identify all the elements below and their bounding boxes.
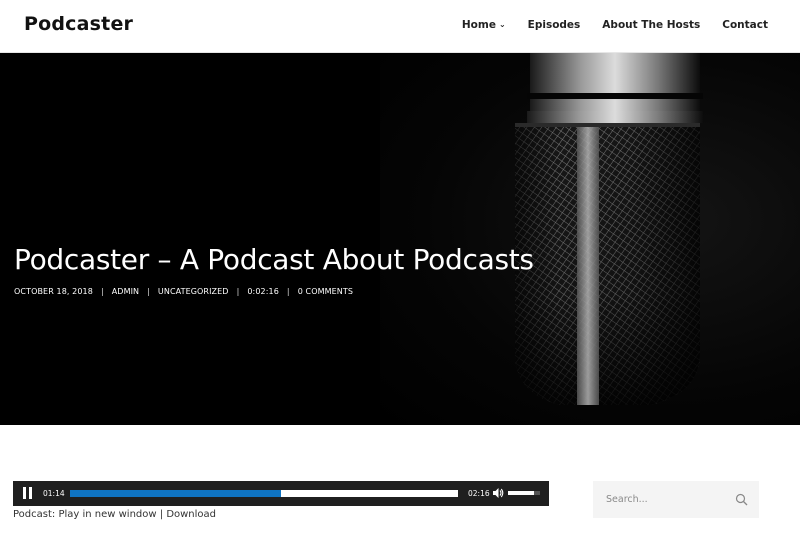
total-time: 02:16 xyxy=(468,489,490,498)
post-title: Podcaster – A Podcast About Podcasts xyxy=(14,243,534,276)
post-meta: OCTOBER 18, 2018 | ADMIN | UNCATEGORIZED… xyxy=(14,287,353,296)
site-logo[interactable]: Podcaster xyxy=(24,13,133,35)
current-time: 01:14 xyxy=(43,489,65,498)
volume-icon[interactable] xyxy=(492,487,504,499)
podcast-links: Podcast: Play in new window | Download xyxy=(13,509,216,520)
nav-item-contact[interactable]: Contact xyxy=(722,19,768,31)
play-in-new-window-link[interactable]: Play in new window xyxy=(58,509,156,520)
post-date[interactable]: OCTOBER 18, 2018 xyxy=(14,287,93,296)
nav-item-about-the-hosts[interactable]: About The Hosts xyxy=(602,19,700,31)
meta-separator: | xyxy=(147,287,150,296)
nav-item-label: Episodes xyxy=(527,19,581,31)
podcast-links-prefix: Podcast: xyxy=(13,509,59,520)
volume-fill xyxy=(508,491,534,495)
nav-item-home[interactable]: Home ⌄ xyxy=(462,19,506,31)
nav-item-episodes[interactable]: Episodes xyxy=(528,19,581,31)
volume-slider[interactable] xyxy=(508,491,540,495)
nav-item-label: Contact xyxy=(722,19,768,31)
pause-icon[interactable] xyxy=(23,487,35,499)
download-link[interactable]: Download xyxy=(166,509,216,520)
meta-separator: | xyxy=(100,287,104,296)
microphone-image xyxy=(515,53,703,405)
post-duration: 0:02:16 xyxy=(247,287,279,296)
progress-slider[interactable] xyxy=(70,490,458,497)
main-nav: Home ⌄ Episodes About The Hosts Contact xyxy=(462,19,768,31)
nav-item-label: Home xyxy=(461,19,496,31)
site-header: Podcaster Home ⌄ Episodes About The Host… xyxy=(0,0,800,53)
post-comments[interactable]: 0 COMMENTS xyxy=(298,287,353,296)
links-separator: | xyxy=(156,509,167,520)
post-author[interactable]: ADMIN xyxy=(112,287,139,296)
search-widget xyxy=(593,481,759,518)
chevron-down-icon: ⌄ xyxy=(498,20,506,29)
post-category[interactable]: UNCATEGORIZED xyxy=(158,287,229,296)
audio-player: 01:14 02:16 xyxy=(13,481,549,506)
meta-separator: | xyxy=(236,287,240,296)
nav-item-label: About The Hosts xyxy=(602,19,701,31)
search-input[interactable] xyxy=(593,481,733,518)
search-icon[interactable] xyxy=(735,493,748,506)
hero-banner: Podcaster – A Podcast About Podcasts OCT… xyxy=(0,53,800,425)
meta-separator: | xyxy=(286,287,290,296)
progress-fill xyxy=(70,490,282,497)
